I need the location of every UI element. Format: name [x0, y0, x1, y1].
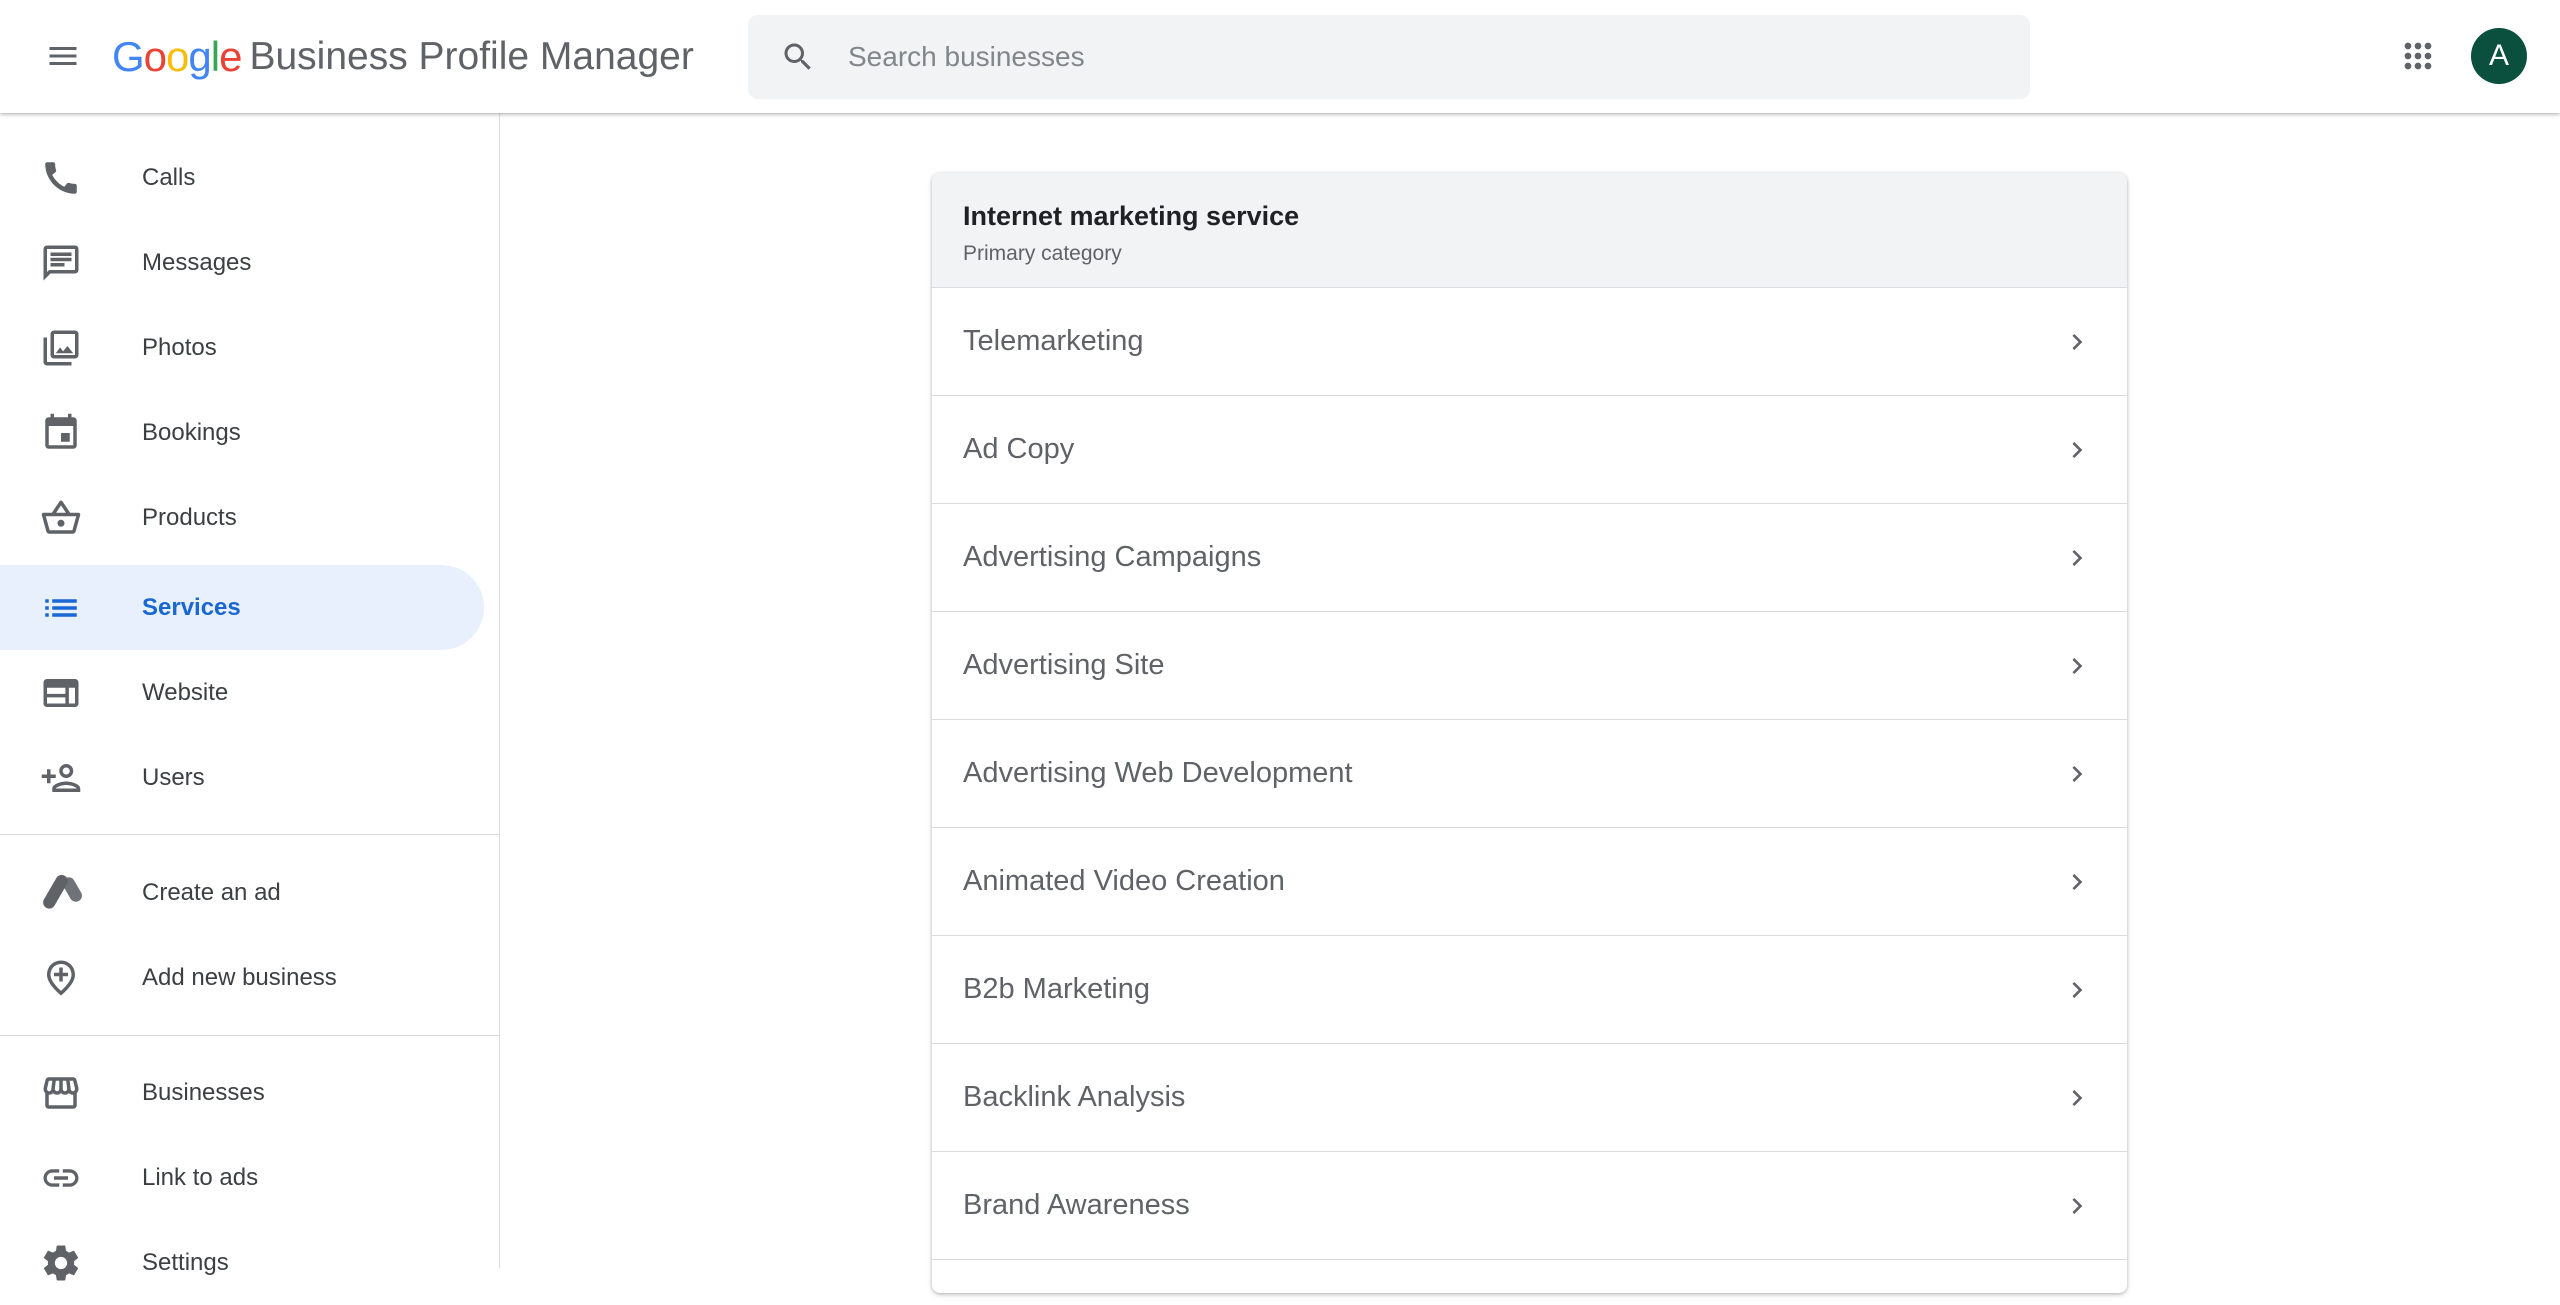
service-label: Advertising Site — [963, 649, 1165, 681]
service-item[interactable]: Ad Copy — [932, 396, 2127, 504]
gear-icon — [40, 1242, 82, 1284]
chevron-right-icon — [2072, 550, 2083, 566]
sidebar-navigation: Calls Messages Photos Bookings Products … — [0, 113, 500, 1281]
sidebar-item-products[interactable]: Products — [0, 475, 484, 560]
chevron-right-icon — [2072, 658, 2083, 674]
service-item[interactable]: Advertising Site — [932, 612, 2127, 720]
calendar-icon — [40, 412, 82, 454]
list-icon — [40, 587, 82, 629]
logo-letter: g — [188, 33, 211, 80]
sidebar-item-messages[interactable]: Messages — [0, 220, 484, 305]
sidebar-item-bookings[interactable]: Bookings — [0, 390, 484, 475]
sidebar-item-label: Photos — [142, 333, 217, 361]
sidebar-item-label: Bookings — [142, 418, 241, 446]
service-item[interactable]: Animated Video Creation — [932, 828, 2127, 936]
sidebar-item-label: Products — [142, 503, 237, 531]
sidebar-divider — [0, 1035, 500, 1036]
sidebar-item-create-ad[interactable]: Create an ad — [0, 850, 484, 935]
sidebar-item-users[interactable]: Users — [0, 735, 484, 820]
service-item[interactable]: Advertising Web Development — [932, 720, 2127, 828]
chevron-right-icon — [2072, 874, 2083, 890]
sidebar-item-label: Create an ad — [142, 878, 281, 906]
search-bar[interactable] — [748, 15, 2030, 99]
add-person-icon — [40, 757, 82, 799]
sidebar-item-add-new-business[interactable]: Add new business — [0, 935, 484, 1020]
service-label: Advertising Web Development — [963, 757, 1353, 789]
sidebar-item-label: Add new business — [142, 963, 337, 991]
sidebar-item-businesses[interactable]: Businesses — [0, 1050, 484, 1135]
phone-icon — [40, 157, 82, 199]
photos-icon — [40, 327, 82, 369]
top-app-bar: Google Business Profile Manager A — [0, 0, 2560, 113]
sidebar-item-label: Businesses — [142, 1078, 265, 1106]
google-wordmark: Google — [112, 33, 242, 81]
service-item[interactable]: Telemarketing — [932, 288, 2127, 396]
sidebar-item-label: Calls — [142, 163, 196, 191]
chevron-right-icon — [2072, 982, 2083, 998]
chevron-right-icon — [2072, 442, 2083, 458]
sidebar-item-website[interactable]: Website — [0, 650, 484, 735]
chevron-right-icon — [2072, 766, 2083, 782]
logo-letter: G — [112, 33, 145, 80]
services-list: Telemarketing Ad Copy Advertising Campai… — [932, 288, 2127, 1260]
google-ads-icon — [40, 872, 82, 914]
logo-letter: e — [219, 33, 242, 80]
link-icon — [40, 1157, 82, 1199]
category-subtitle: Primary category — [963, 242, 1122, 265]
sidebar-item-services[interactable]: Services — [0, 565, 484, 650]
sidebar-item-label: Settings — [142, 1248, 229, 1276]
product-logo[interactable]: Google Business Profile Manager — [112, 30, 694, 84]
basket-icon — [40, 497, 82, 539]
sidebar-item-photos[interactable]: Photos — [0, 305, 484, 390]
website-icon — [40, 672, 82, 714]
message-icon — [40, 242, 82, 284]
service-label: Advertising Campaigns — [963, 541, 1262, 573]
service-label: Animated Video Creation — [963, 865, 1285, 897]
sidebar-item-label: Users — [142, 763, 205, 791]
service-label: B2b Marketing — [963, 973, 1150, 1005]
logo-letter: o — [143, 33, 167, 80]
service-item[interactable]: B2b Marketing — [932, 936, 2127, 1044]
sidebar-divider — [0, 834, 500, 835]
hamburger-menu-icon — [49, 47, 77, 65]
search-icon[interactable] — [780, 39, 816, 75]
logo-letter: o — [166, 33, 189, 80]
product-name: Business Profile Manager — [249, 35, 694, 78]
services-card: Internet marketing service Primary categ… — [932, 173, 2127, 1293]
category-title: Internet marketing service — [963, 201, 1300, 231]
sidebar-item-label: Services — [142, 593, 241, 621]
sidebar-item-calls[interactable]: Calls — [0, 135, 484, 220]
service-item[interactable]: Brand Awareness — [932, 1152, 2127, 1260]
account-avatar[interactable]: A — [2471, 28, 2527, 84]
service-label: Telemarketing — [963, 325, 1144, 357]
service-label: Backlink Analysis — [963, 1081, 1186, 1113]
service-item[interactable]: Backlink Analysis — [932, 1044, 2127, 1152]
add-location-icon — [40, 957, 82, 999]
sidebar-item-link-to-ads[interactable]: Link to ads — [0, 1135, 484, 1220]
main-menu-button[interactable] — [30, 26, 96, 86]
logo-letter: l — [210, 33, 220, 80]
search-input[interactable] — [848, 15, 1998, 99]
chevron-right-icon — [2072, 334, 2083, 350]
google-apps-button[interactable] — [2392, 30, 2444, 82]
chevron-right-icon — [2072, 1090, 2083, 1106]
chevron-right-icon — [2072, 1198, 2083, 1214]
sidebar-item-settings[interactable]: Settings — [0, 1220, 484, 1305]
service-label: Brand Awareness — [963, 1189, 1190, 1221]
sidebar-item-label: Messages — [142, 248, 252, 276]
service-label: Ad Copy — [963, 433, 1075, 465]
sidebar-item-label: Link to ads — [142, 1163, 259, 1191]
apps-grid-icon — [2404, 42, 2432, 70]
service-item[interactable]: Advertising Campaigns — [932, 504, 2127, 612]
sidebar-item-label: Website — [142, 678, 229, 706]
category-header: Internet marketing service Primary categ… — [932, 173, 2127, 288]
storefront-icon — [40, 1072, 82, 1114]
